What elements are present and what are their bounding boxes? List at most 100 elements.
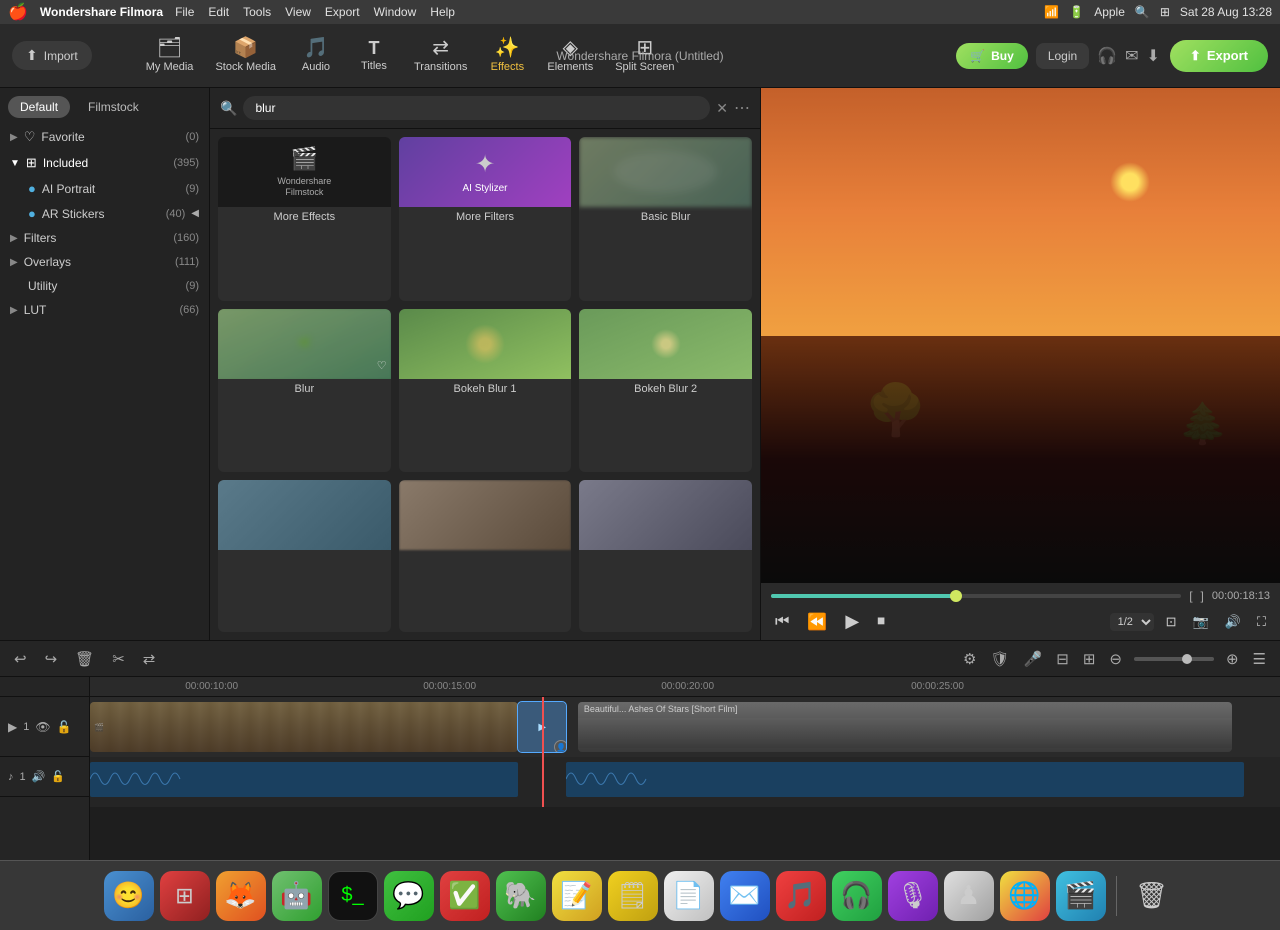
export-button[interactable]: ⬆ Export [1170,40,1268,72]
sidebar-item-utility[interactable]: Utility (9) [0,274,209,298]
frame-back-button[interactable]: ⏪ [803,610,831,634]
search-icon[interactable]: 🔍 [1135,5,1150,19]
audio-volume-icon[interactable]: 🔊 [32,770,46,783]
split-icon[interactable]: ⊟ [1054,648,1071,670]
dock-launchpad[interactable]: ⊞ [160,871,210,921]
undo-button[interactable]: ↩ [12,648,29,670]
video-clip-second[interactable]: Beautiful... Ashes Of Stars [Short Film] [578,702,1233,752]
menu-help[interactable]: Help [430,5,455,19]
import-button[interactable]: ⬆ Import [12,41,92,70]
zoom-select[interactable]: 1/2 [1110,613,1154,631]
adjust-button[interactable]: ⇄ [141,648,158,670]
menu-tools[interactable]: Tools [243,5,271,19]
timeline-view-icon[interactable]: ☰ [1251,648,1268,670]
dock-spotify[interactable]: 🎧 [832,871,882,921]
dock-whatsapp[interactable]: 💬 [384,871,434,921]
menu-export[interactable]: Export [325,5,360,19]
add-track-icon[interactable]: ⊞ [1081,648,1098,670]
stock-media-button[interactable]: 📦 Stock Media [205,34,286,77]
dock-filmora[interactable]: 🎬 [1056,871,1106,921]
settings-icon[interactable]: ⚙ [961,648,978,670]
apple-logo-icon[interactable]: 🍎 [8,2,28,22]
eye-icon[interactable]: 👁 [35,720,50,734]
dock-chrome[interactable]: 🌐 [1000,871,1050,921]
remove-track-icon[interactable]: ⊖ [1107,648,1124,670]
effect-card-more-effects[interactable]: 🎬 WondershareFilmstock More Effects [218,137,391,301]
dock-evernote[interactable]: 🐘 [496,871,546,921]
heart-favorite-icon[interactable]: ♡ [377,359,387,372]
dock-textedit[interactable]: 📄 [664,871,714,921]
dock-trash[interactable]: 🗑 [1127,871,1177,921]
sidebar-item-lut[interactable]: ▶ LUT (66) [0,298,209,322]
clip-handle[interactable]: 👤 [554,740,566,752]
menu-window[interactable]: Window [374,5,417,19]
microphone-icon[interactable]: 🎤 [1022,648,1045,670]
zoom-slider[interactable] [1134,657,1214,661]
menu-file[interactable]: File [175,5,194,19]
menu-view[interactable]: View [285,5,311,19]
sidebar-item-ar-stickers[interactable]: ● AR Stickers (40) ◀ [0,201,209,226]
titles-button[interactable]: T Titles [346,35,402,76]
dock-stickies[interactable]: 🗒 [608,871,658,921]
audio-waveform[interactable] [90,762,518,797]
play-button[interactable]: ▶ [841,609,863,634]
dock-mail[interactable]: ✉️ [720,871,770,921]
sidebar-item-favorite[interactable]: ▶ ♡ Favorite (0) [0,124,209,150]
fit-view-button[interactable]: ⊡ [1162,612,1181,632]
dock-podcasts[interactable]: 🎙 [888,871,938,921]
sidebar-item-filters[interactable]: ▶ Filters (160) [0,226,209,250]
shield-icon[interactable]: 🛡 [989,648,1012,670]
video-clip-main[interactable]: 🎬 [90,702,518,752]
zoom-fit-icon[interactable]: ⊕ [1224,648,1241,670]
stop-button[interactable]: ⏹ [873,611,889,633]
skip-back-button[interactable]: ⏮ [771,611,793,633]
clear-search-button[interactable]: ✕ [716,100,728,117]
dock-chess[interactable]: ♟ [944,871,994,921]
in-marker-icon[interactable]: [ [1189,589,1192,603]
my-media-button[interactable]: 🗂 My Media [136,34,204,77]
dock-music[interactable]: 🎵 [776,871,826,921]
dock-todoist[interactable]: ✅ [440,871,490,921]
audio-button[interactable]: 🎵 Audio [288,34,344,77]
search-input[interactable] [243,96,710,120]
effect-card-row3-2[interactable] [399,480,572,632]
dock-notes[interactable]: 📝 [552,871,602,921]
menu-edit[interactable]: Edit [208,5,229,19]
more-options-button[interactable]: ⋯ [734,98,750,118]
effect-card-blur[interactable]: 🌿 ♡ Blur [218,309,391,473]
effects-button[interactable]: ✨ Effects [479,34,535,77]
snapshot-button[interactable]: 📷 [1189,612,1213,632]
out-marker-icon[interactable]: ] [1201,589,1204,603]
seekbar-thumb[interactable] [950,590,962,602]
tab-default[interactable]: Default [8,96,70,118]
effect-card-row3-3[interactable] [579,480,752,632]
cut-button[interactable]: ✂ [110,648,127,670]
effect-card-bokeh-blur-1[interactable]: Bokeh Blur 1 [399,309,572,473]
zoom-thumb[interactable] [1182,654,1192,664]
dock-terminal[interactable]: $_ [328,871,378,921]
tab-filmstock[interactable]: Filmstock [76,96,151,118]
lock-icon[interactable]: 🔓 [57,720,72,734]
effect-card-row3-1[interactable] [218,480,391,632]
delete-button[interactable]: 🗑 [73,648,96,670]
sidebar-item-ai-portrait[interactable]: ● AI Portrait (9) [0,176,209,201]
dock-android-studio[interactable]: 🤖 [272,871,322,921]
buy-button[interactable]: 🛒 Buy [956,43,1028,69]
audio-lock-icon[interactable]: 🔓 [51,770,65,783]
effect-card-more-filters[interactable]: ✦ AI Stylizer More Filters [399,137,572,301]
seekbar-track[interactable] [771,594,1181,598]
sidebar-item-overlays[interactable]: ▶ Overlays (111) [0,250,209,274]
effect-card-basic-blur[interactable]: Basic Blur [579,137,752,301]
sidebar-item-included[interactable]: ▼ ⊞ Included (395) [0,150,209,176]
transitions-button[interactable]: ⇄ Transitions [404,34,477,77]
redo-button[interactable]: ↪ [43,648,60,670]
dock-firefox[interactable]: 🦊 [216,871,266,921]
volume-button[interactable]: 🔊 [1221,612,1245,632]
control-center-icon[interactable]: ⊞ [1160,5,1170,19]
login-button[interactable]: Login [1036,43,1089,69]
playhead[interactable] [542,697,544,757]
audio-waveform-2[interactable] [566,762,1244,797]
fullscreen-button[interactable]: ⛶ [1253,612,1270,632]
dock-finder[interactable]: 😊 [104,871,154,921]
effect-card-bokeh-blur-2[interactable]: Bokeh Blur 2 [579,309,752,473]
